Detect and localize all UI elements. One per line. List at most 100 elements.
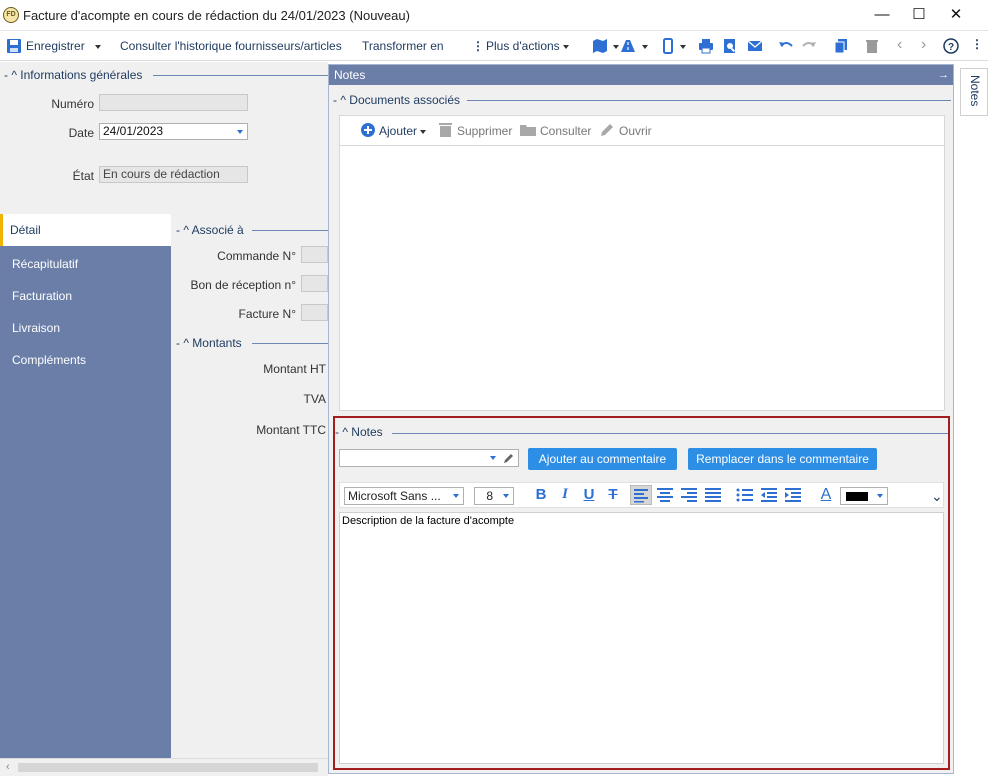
associated-header[interactable]: - ^ Associé à bbox=[176, 223, 244, 237]
pin-icon[interactable]: → bbox=[938, 65, 949, 85]
more-actions-button[interactable]: Plus d'actions bbox=[486, 39, 569, 53]
folder-icon bbox=[520, 125, 536, 136]
maximize-button[interactable]: ☐ bbox=[903, 4, 935, 26]
nav-item-detail[interactable]: Détail bbox=[0, 214, 171, 246]
print-icon[interactable] bbox=[698, 38, 714, 54]
nav-item-recapitulatif[interactable]: Récapitulatif bbox=[0, 248, 171, 280]
save-button[interactable]: Enregistrer bbox=[26, 39, 101, 53]
save-icon[interactable] bbox=[6, 38, 22, 54]
chevron-down-icon bbox=[94, 44, 101, 49]
chevron-down-icon bbox=[420, 129, 427, 134]
facture-label: Facture N° bbox=[238, 307, 296, 321]
overflow-menu-icon[interactable]: ⋮ bbox=[971, 37, 983, 51]
align-center-icon[interactable] bbox=[656, 487, 674, 503]
notes-editor[interactable]: Description de la facture d'acompte bbox=[339, 512, 944, 764]
chevron-down-icon bbox=[503, 494, 509, 498]
align-left-icon[interactable] bbox=[630, 485, 652, 505]
toolbar-expand-icon[interactable]: ⌄ bbox=[931, 488, 943, 505]
font-size-value: 8 bbox=[486, 489, 493, 503]
underline-icon[interactable]: U bbox=[579, 486, 599, 505]
scroll-thumb[interactable] bbox=[18, 763, 318, 772]
notes-panel-title: Notes bbox=[334, 68, 366, 82]
mobile-icon[interactable] bbox=[660, 38, 676, 54]
pencil-icon[interactable] bbox=[503, 452, 515, 464]
chevron-down-icon bbox=[237, 130, 243, 134]
view-document-button[interactable]: Consulter bbox=[540, 124, 591, 138]
date-field[interactable]: 24/01/2023 bbox=[99, 123, 248, 140]
documents-title: Documents associés bbox=[349, 93, 461, 107]
color-swatch bbox=[846, 492, 868, 501]
chevron-down-icon bbox=[877, 494, 883, 498]
next-icon[interactable]: › bbox=[921, 36, 926, 54]
save-label: Enregistrer bbox=[26, 39, 85, 53]
strikethrough-icon[interactable]: T bbox=[603, 486, 623, 505]
redo-icon[interactable] bbox=[801, 38, 817, 54]
font-size-select[interactable]: 8 bbox=[474, 487, 514, 505]
bullet-list-icon[interactable] bbox=[736, 487, 754, 503]
print-preview-icon[interactable] bbox=[722, 38, 738, 54]
color-picker[interactable] bbox=[840, 487, 888, 505]
road-icon[interactable] bbox=[620, 38, 636, 54]
font-family-select[interactable]: Microsoft Sans ... bbox=[344, 487, 464, 505]
indent-icon[interactable] bbox=[784, 487, 802, 503]
bon-reception-label: Bon de réception n° bbox=[190, 278, 296, 292]
note-text[interactable]: Description de la facture d'acompte bbox=[342, 515, 514, 527]
copy-icon[interactable] bbox=[833, 38, 849, 54]
undo-icon[interactable] bbox=[778, 38, 794, 54]
bon-reception-field[interactable] bbox=[301, 275, 328, 292]
chevron-down-icon bbox=[453, 494, 459, 498]
transform-button[interactable]: Transformer en bbox=[362, 39, 444, 53]
delete-document-button[interactable]: Supprimer bbox=[457, 124, 512, 138]
more-actions-label: Plus d'actions bbox=[486, 39, 560, 53]
date-value: 24/01/2023 bbox=[103, 124, 164, 138]
section-divider bbox=[153, 75, 328, 76]
add-comment-button[interactable]: Ajouter au commentaire bbox=[528, 448, 677, 470]
notes-header[interactable]: - ^ Notes bbox=[335, 425, 383, 439]
history-button[interactable]: Consulter l'historique fournisseurs/arti… bbox=[120, 39, 342, 53]
more-vertical-icon[interactable]: ⋮ bbox=[472, 39, 484, 53]
open-document-button[interactable]: Ouvrir bbox=[619, 124, 652, 138]
section-divider bbox=[252, 230, 328, 231]
previous-icon[interactable]: ‹ bbox=[897, 36, 902, 54]
amounts-header[interactable]: - ^ Montants bbox=[176, 336, 242, 350]
mail-icon[interactable] bbox=[747, 38, 763, 54]
align-right-icon[interactable] bbox=[680, 487, 698, 503]
documents-list[interactable] bbox=[339, 145, 945, 411]
horizontal-scrollbar[interactable]: ‹ bbox=[0, 758, 328, 776]
nav-item-facturation[interactable]: Facturation bbox=[0, 280, 171, 312]
add-document-label: Ajouter bbox=[379, 124, 418, 138]
commande-label: Commande N° bbox=[217, 249, 296, 263]
montant-ttc-label: Montant TTC bbox=[256, 423, 326, 437]
notes-side-tab[interactable]: Notes bbox=[960, 68, 988, 116]
app-icon: FD bbox=[3, 7, 19, 23]
italic-icon[interactable]: I bbox=[555, 486, 575, 505]
associated-title: Associé à bbox=[191, 223, 244, 237]
comment-template-select[interactable] bbox=[339, 449, 519, 467]
add-icon[interactable] bbox=[361, 123, 375, 137]
etat-field: En cours de rédaction bbox=[99, 166, 248, 183]
nav-item-livraison[interactable]: Livraison bbox=[0, 312, 171, 344]
bold-icon[interactable]: B bbox=[531, 486, 551, 505]
minimize-button[interactable]: — bbox=[866, 4, 898, 26]
chevron-down-icon bbox=[680, 45, 686, 49]
font-color-icon[interactable]: A bbox=[816, 486, 836, 506]
general-info-title: Informations générales bbox=[20, 68, 143, 82]
align-justify-icon[interactable] bbox=[704, 487, 722, 503]
add-document-button[interactable]: Ajouter bbox=[379, 124, 427, 138]
section-divider bbox=[252, 343, 328, 344]
map-icon[interactable] bbox=[592, 38, 608, 54]
trash-icon[interactable] bbox=[864, 38, 880, 54]
nav-item-complements[interactable]: Compléments bbox=[0, 344, 171, 376]
replace-comment-button[interactable]: Remplacer dans le commentaire bbox=[688, 448, 877, 470]
help-icon[interactable]: ? bbox=[943, 38, 959, 54]
facture-field[interactable] bbox=[301, 304, 328, 321]
date-label: Date bbox=[68, 126, 94, 140]
outdent-icon[interactable] bbox=[760, 487, 778, 503]
documents-header[interactable]: - ^ Documents associés bbox=[333, 93, 460, 107]
general-info-header[interactable]: - ^ Informations générales bbox=[4, 68, 142, 82]
scroll-left-icon[interactable]: ‹ bbox=[6, 761, 10, 773]
close-button[interactable]: ✕ bbox=[940, 4, 972, 26]
notes-editor-section: - ^ Notes Ajouter au commentaire Remplac… bbox=[333, 416, 950, 770]
commande-field[interactable] bbox=[301, 246, 328, 263]
section-divider bbox=[467, 100, 951, 101]
